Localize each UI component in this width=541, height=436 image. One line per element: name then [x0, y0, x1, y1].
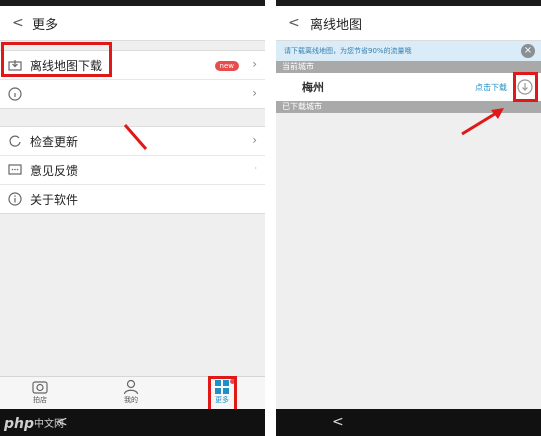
person-icon — [111, 379, 151, 395]
info-icon — [8, 87, 22, 101]
menu-item-label: 意见反馈 — [30, 163, 79, 178]
menu-item-about[interactable]: 关于软件 — [0, 185, 265, 213]
city-name: 梅州 — [302, 81, 324, 94]
menu-item-feedback[interactable]: 意见反馈 · — [0, 156, 265, 185]
right-title-bar: < 离线地图 — [276, 6, 541, 41]
nav-label: 我的 — [124, 396, 138, 404]
nav-label: 拍店 — [33, 396, 47, 404]
chevron-right-icon: › — [252, 57, 257, 71]
camera-icon — [20, 379, 60, 395]
chevron-right-icon: › — [252, 86, 257, 100]
download-link[interactable]: 点击下载 — [475, 82, 507, 93]
menu-item-label: 关于软件 — [30, 192, 79, 207]
system-nav-bar: < — [276, 409, 541, 436]
new-badge: new — [214, 61, 239, 71]
left-screen: < 更多 离线地图下载 new › › 检查更新 › 意见反馈 · 关于软件 拍… — [0, 0, 265, 436]
refresh-icon — [8, 134, 22, 148]
close-icon[interactable]: × — [521, 44, 535, 58]
nav-item-mine[interactable]: 我的 — [111, 379, 151, 405]
city-row[interactable]: 梅州 点击下载 — [276, 73, 541, 101]
red-pointer-line — [123, 124, 148, 150]
feedback-icon — [8, 163, 22, 177]
system-back-icon[interactable]: < — [332, 414, 344, 430]
menu-item-info[interactable]: › — [0, 80, 265, 108]
notice-text: 请下载离线地图，为您节省90%的流量哦 — [284, 47, 412, 55]
back-arrow-icon[interactable]: < — [288, 15, 310, 31]
page-title: 离线地图 — [310, 17, 363, 33]
chevron-right-icon: › — [252, 133, 257, 147]
page-title: 更多 — [32, 17, 59, 33]
about-icon — [8, 192, 22, 206]
download-button-highlight-box — [513, 72, 538, 102]
watermark-logo: php — [4, 416, 35, 432]
watermark-text: 中文网 — [34, 419, 64, 430]
back-arrow-icon[interactable]: < — [12, 15, 32, 31]
section-current-city: 当前城市 — [276, 61, 541, 73]
menu-item-label: 检查更新 — [30, 134, 79, 149]
download-notice-banner: 请下载离线地图，为您节省90%的流量哦 × — [276, 41, 541, 61]
red-pointer-arrow — [461, 108, 504, 136]
right-screen: < 离线地图 请下载离线地图，为您节省90%的流量哦 × 当前城市 梅州 点击下… — [276, 0, 541, 436]
left-title-bar: < 更多 — [0, 6, 265, 41]
offline-map-highlight-box — [1, 42, 112, 77]
nav-item-shop[interactable]: 拍店 — [20, 379, 60, 405]
chevron-right-icon: · — [254, 164, 257, 173]
